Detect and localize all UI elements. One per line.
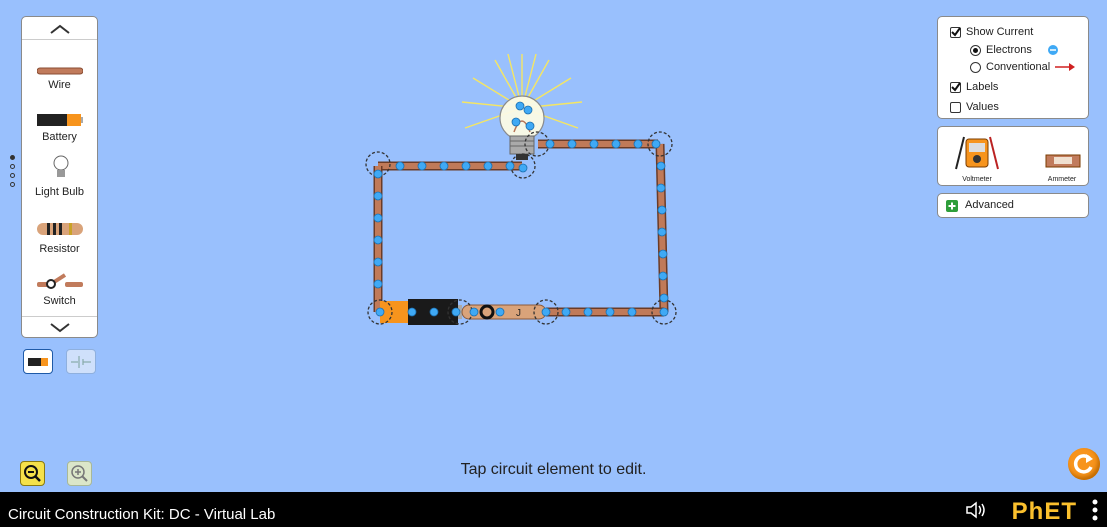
electron-icon — [1047, 45, 1058, 55]
sensor-toolbox: Voltmeter Ammeter — [937, 126, 1089, 186]
checkbox-box[interactable] — [950, 101, 961, 113]
voltmeter-icon — [955, 136, 999, 170]
component-toolbox: Wire Battery Light Bulb Resistor Switch — [21, 16, 98, 338]
page-dot[interactable] — [10, 182, 15, 187]
voltmeter-label: Voltmeter — [962, 176, 992, 183]
more-options-icon[interactable] — [1091, 498, 1099, 522]
toolbox-item-label: Light Bulb — [35, 186, 84, 198]
edit-hint-text: Tap circuit element to edit. — [460, 461, 647, 478]
ammeter-tool[interactable]: Ammeter — [1040, 131, 1084, 183]
lifelike-view-button[interactable] — [23, 349, 53, 374]
checkmark-icon — [951, 81, 961, 92]
show-current-label: Show Current — [966, 26, 1034, 38]
ammeter-label: Ammeter — [1047, 176, 1077, 183]
navigation-bar: Circuit Construction Kit: DC - Virtual L… — [0, 492, 1107, 527]
checkbox-box[interactable] — [950, 26, 961, 38]
conventional-radio[interactable]: Conventional — [970, 61, 1076, 73]
advanced-label: Advanced — [965, 199, 1014, 211]
advanced-accordion[interactable]: Advanced — [937, 193, 1089, 218]
voltmeter-tool[interactable]: Voltmeter — [952, 131, 1002, 183]
labels-checkbox[interactable]: Labels — [950, 81, 998, 93]
circuit-canvas: J — [365, 53, 677, 325]
schematic-battery-icon — [71, 356, 91, 368]
toolbox-item-switch[interactable]: Switch — [22, 273, 97, 313]
resistor-icon — [37, 223, 83, 235]
chevron-down-icon — [49, 323, 70, 333]
page-dot[interactable] — [10, 155, 15, 160]
toolbox-scroll-down-button[interactable] — [22, 316, 97, 337]
phet-logo[interactable]: PhET — [1012, 498, 1077, 526]
display-options-panel: Show Current Electrons Conventional Labe… — [937, 16, 1089, 119]
toolbox-item-wire[interactable]: Wire — [22, 63, 97, 107]
battery-icon — [28, 358, 48, 366]
radio-circle[interactable] — [970, 61, 981, 73]
radio-circle[interactable] — [970, 44, 981, 56]
toolbox-item-label: Battery — [42, 131, 77, 143]
reset-icon — [1073, 454, 1093, 474]
electrons-label: Electrons — [986, 44, 1032, 56]
toolbox-item-label: Wire — [48, 79, 71, 91]
wire-icon — [37, 67, 83, 75]
electrons-radio[interactable]: Electrons — [970, 44, 1059, 56]
checkbox-box[interactable] — [950, 81, 961, 93]
speaker-icon[interactable] — [965, 501, 987, 519]
arrow-right-icon — [1055, 63, 1076, 71]
switch-icon — [37, 273, 83, 289]
light-bulb-icon — [53, 155, 69, 177]
expand-plus-icon[interactable] — [946, 200, 958, 212]
sim-title: Circuit Construction Kit: DC - Virtual L… — [8, 506, 276, 523]
toolbox-scroll-up-button[interactable] — [22, 19, 97, 40]
toolbox-item-light-bulb[interactable]: Light Bulb — [22, 155, 97, 207]
page-dot[interactable] — [10, 173, 15, 178]
checkmark-icon — [951, 26, 961, 37]
svg-text:J: J — [516, 308, 521, 319]
chevron-up-icon — [49, 24, 70, 34]
reset-all-button[interactable] — [1068, 448, 1100, 480]
toolbox-page-indicator — [10, 155, 16, 191]
show-current-checkbox[interactable]: Show Current — [950, 26, 1033, 38]
toolbox-item-battery[interactable]: Battery — [22, 113, 97, 157]
conventional-label: Conventional — [986, 61, 1051, 73]
battery-icon — [37, 114, 83, 126]
toolbox-item-resistor[interactable]: Resistor — [22, 221, 97, 265]
toolbox-item-label: Resistor — [39, 243, 80, 255]
values-checkbox[interactable]: Values — [950, 101, 999, 113]
vertex-nodes[interactable] — [365, 131, 677, 325]
page-dot[interactable] — [10, 164, 15, 169]
schematic-view-button[interactable] — [66, 349, 96, 374]
labels-label: Labels — [966, 81, 999, 93]
toolbox-item-label: Switch — [43, 295, 76, 307]
ammeter-icon — [1045, 154, 1081, 168]
values-label: Values — [966, 101, 999, 113]
